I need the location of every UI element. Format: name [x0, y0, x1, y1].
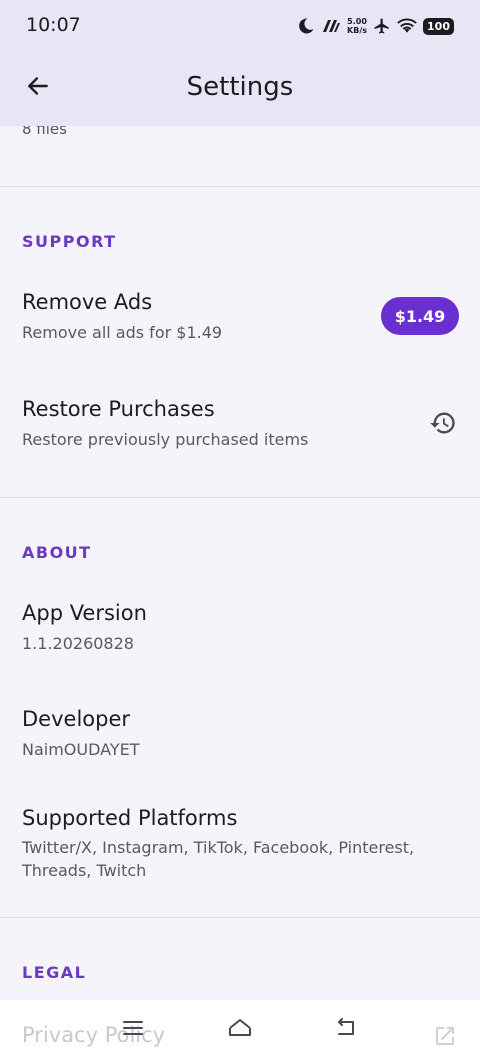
section-header-legal: LEGAL [22, 963, 87, 982]
app-version-value: 1.1.20260828 [22, 634, 134, 653]
section-header-about: ABOUT [22, 543, 92, 562]
app-bar: Settings [0, 52, 480, 126]
app-version-title: App Version [22, 601, 147, 625]
settings-list[interactable]: 8 files SUPPORT Remove Ads Remove all ad… [0, 126, 480, 1000]
remove-ads-price-button[interactable]: $1.49 [381, 297, 459, 335]
status-icons: 5.00 KB/s 100 [297, 14, 454, 38]
restore-purchases-subtitle: Restore previously purchased items [22, 430, 309, 449]
developer-title: Developer [22, 707, 131, 731]
section-header-support: SUPPORT [22, 232, 117, 251]
battery-icon: 100 [423, 17, 454, 35]
supported-platforms-value: Twitter/X, Instagram, TikTok, Facebook, … [22, 838, 415, 880]
moon-icon [297, 17, 315, 35]
network-logo-icon [321, 19, 341, 33]
page-title: Settings [186, 72, 294, 102]
system-nav-bar: Privacy Policy [0, 1000, 480, 1056]
restore-purchases-title: Restore Purchases [22, 397, 215, 421]
menu-icon[interactable] [115, 1014, 151, 1042]
airplane-icon [373, 17, 391, 35]
status-time: 10:07 [26, 14, 81, 36]
net-speed-unit: KB/s [347, 26, 368, 35]
supported-platforms-title: Supported Platforms [22, 806, 238, 830]
divider [0, 497, 480, 498]
status-bar: 10:07 5.00 KB/s 100 [0, 0, 480, 52]
divider [0, 186, 480, 187]
back-nav-icon[interactable] [328, 1014, 364, 1042]
net-speed-value: 5.00 [347, 17, 367, 26]
developer-value: NaimOUDAYET [22, 740, 140, 759]
wifi-icon [397, 18, 417, 34]
storage-files-count: 8 files [22, 126, 67, 138]
home-icon[interactable] [222, 1014, 258, 1042]
restore-history-icon[interactable] [424, 404, 462, 442]
remove-ads-title: Remove Ads [22, 290, 153, 314]
remove-ads-subtitle: Remove all ads for $1.49 [22, 323, 223, 342]
open-external-icon[interactable] [433, 1024, 457, 1052]
net-speed: 5.00 KB/s [347, 17, 367, 35]
divider [0, 917, 480, 918]
